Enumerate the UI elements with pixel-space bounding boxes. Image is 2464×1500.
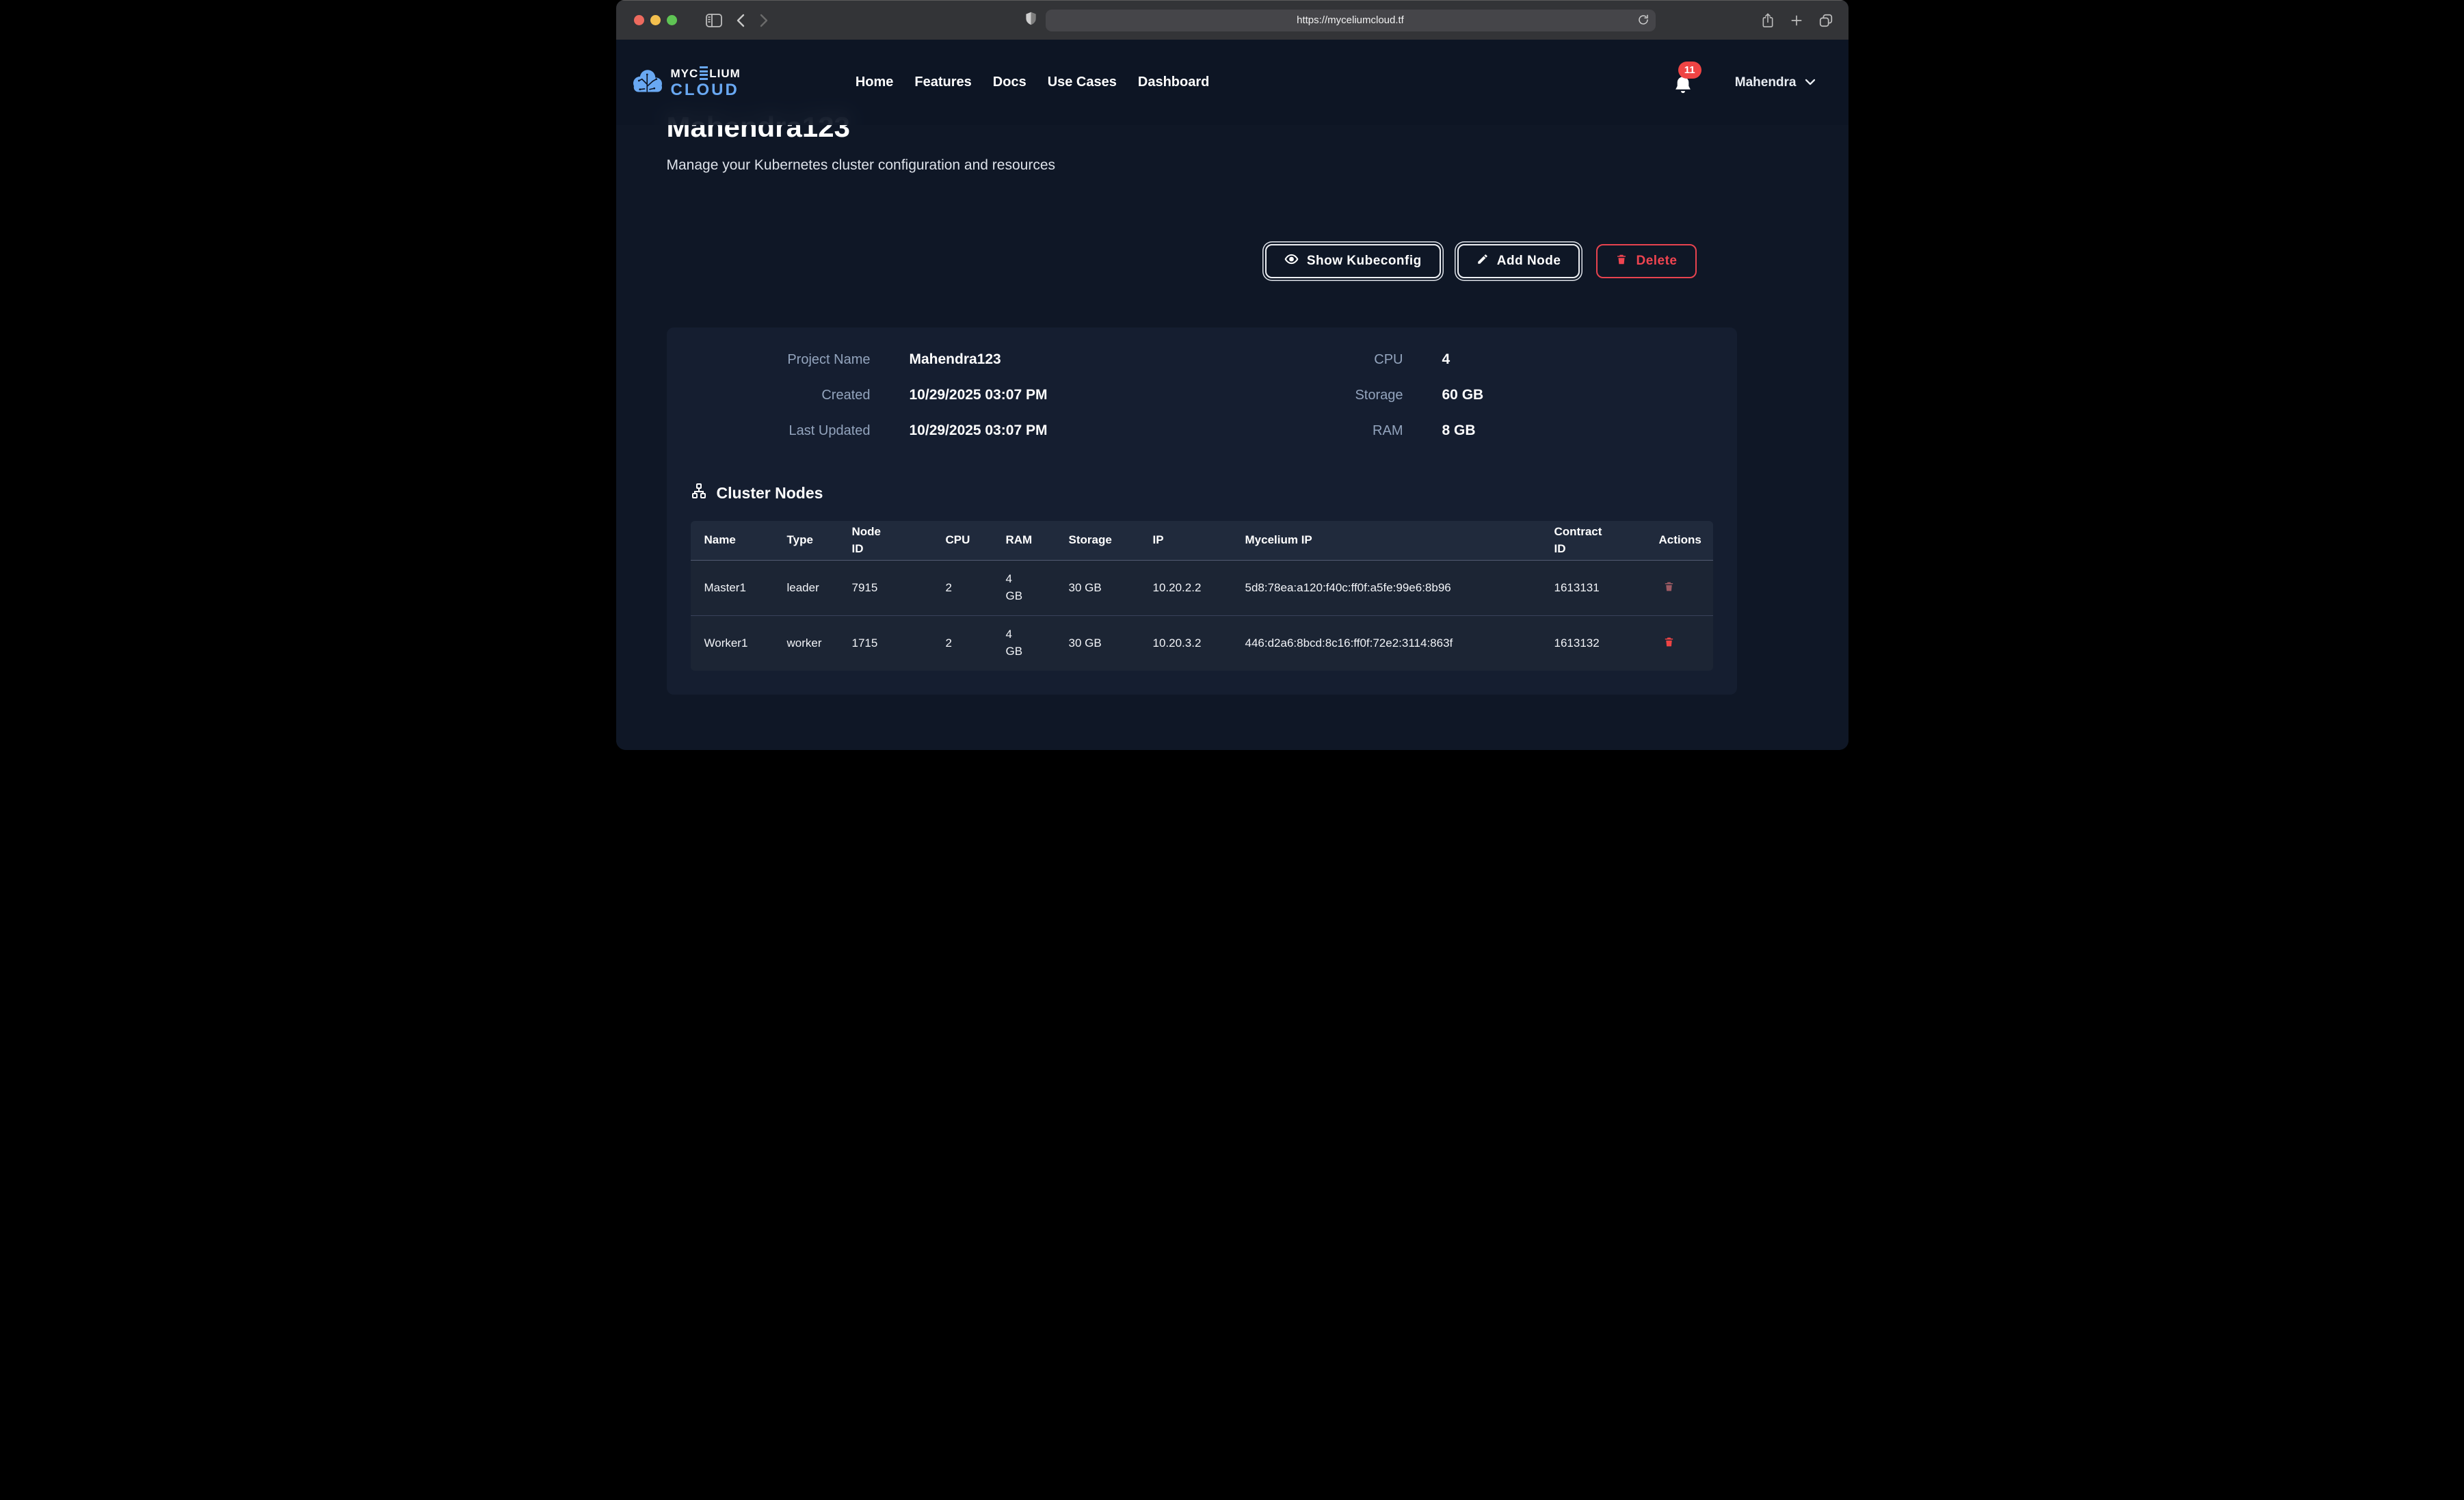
nav-link-docs[interactable]: Docs xyxy=(993,75,1026,90)
delete-cluster-button[interactable]: Delete xyxy=(1596,244,1696,278)
new-tab-icon[interactable] xyxy=(1790,12,1803,29)
cell-ip: 10.20.3.2 xyxy=(1139,615,1232,671)
nav-link-dashboard[interactable]: Dashboard xyxy=(1138,75,1209,90)
info-label: Created xyxy=(700,377,871,413)
info-value: 10/29/2025 03:07 PM xyxy=(910,413,1214,448)
delete-node-button[interactable] xyxy=(1659,578,1679,598)
cell-ram: 4 GB xyxy=(992,560,1055,615)
notification-count-badge: 11 xyxy=(1678,62,1701,79)
nav-link-use-cases[interactable]: Use Cases xyxy=(1048,75,1117,90)
close-window-button[interactable] xyxy=(634,15,644,25)
cell-storage: 30 GB xyxy=(1055,615,1139,671)
tab-overview-icon[interactable] xyxy=(1818,12,1833,29)
logo-e-bars xyxy=(700,66,708,80)
cell-ram: 4 GB xyxy=(992,615,1055,671)
col-header-node-id: Node ID xyxy=(838,521,932,560)
nodes-table: Name Type Node ID CPU RAM Storage IP Myc… xyxy=(691,521,1713,671)
reload-icon[interactable] xyxy=(1637,13,1650,27)
cluster-info-grid: Project Name Mahendra123 CPU 4 Created 1… xyxy=(667,327,1737,448)
table-row: Worker1 worker 1715 2 4 GB 30 GB 10.20.3… xyxy=(691,615,1713,671)
sidebar-toggle-icon[interactable] xyxy=(706,14,722,27)
info-value: 4 xyxy=(1442,342,1737,377)
col-header-storage: Storage xyxy=(1055,521,1139,560)
traffic-lights xyxy=(634,15,677,25)
pencil-icon xyxy=(1476,253,1489,269)
col-header-ip: IP xyxy=(1139,521,1232,560)
info-value: Mahendra123 xyxy=(910,342,1214,377)
share-icon[interactable] xyxy=(1761,12,1775,29)
network-icon xyxy=(691,483,707,503)
cluster-details-card: Project Name Mahendra123 CPU 4 Created 1… xyxy=(667,327,1737,695)
info-value: 60 GB xyxy=(1442,377,1737,413)
delete-node-button[interactable] xyxy=(1659,633,1679,653)
cell-mycelium-ip: 446:d2a6:8bcd:8c16:ff0f:72e2:3114:863f xyxy=(1232,615,1541,671)
nav-links: Home Features Docs Use Cases Dashboard xyxy=(856,75,1210,90)
cell-name: Worker1 xyxy=(691,615,773,671)
cell-name: Master1 xyxy=(691,560,773,615)
col-header-cpu: CPU xyxy=(932,521,992,560)
url-bar[interactable]: https://myceliumcloud.tf xyxy=(1046,10,1656,31)
logo-text-mycelium: MYC LIUM xyxy=(671,66,741,80)
cluster-actions-toolbar: Show Kubeconfig Add Node Delete xyxy=(667,244,1697,278)
nav-link-features[interactable]: Features xyxy=(914,75,971,90)
cell-type: worker xyxy=(773,615,838,671)
back-icon[interactable] xyxy=(736,14,745,27)
url-text: https://myceliumcloud.tf xyxy=(1297,14,1404,26)
mycelium-cloud-logo-icon xyxy=(631,68,664,96)
cell-contract-id: 1613132 xyxy=(1541,615,1645,671)
cell-node-id: 7915 xyxy=(838,560,932,615)
logo-text-cloud: CLOUD xyxy=(671,82,741,98)
nav-link-home[interactable]: Home xyxy=(856,75,894,90)
privacy-shield-icon[interactable] xyxy=(1025,11,1037,29)
notifications-bell-icon[interactable]: 11 xyxy=(1673,75,1693,96)
cell-storage: 30 GB xyxy=(1055,560,1139,615)
cell-contract-id: 1613131 xyxy=(1541,560,1645,615)
cell-actions xyxy=(1645,560,1713,615)
zoom-window-button[interactable] xyxy=(667,15,677,25)
browser-chrome: https://myceliumcloud.tf xyxy=(616,0,1849,40)
info-label: Project Name xyxy=(700,342,871,377)
col-header-ram: RAM xyxy=(992,521,1055,560)
cell-ip: 10.20.2.2 xyxy=(1139,560,1232,615)
cell-type: leader xyxy=(773,560,838,615)
user-menu[interactable]: Mahendra xyxy=(1735,75,1816,90)
cluster-nodes-title: Cluster Nodes xyxy=(717,484,823,503)
table-row: Master1 leader 7915 2 4 GB 30 GB 10.20.2… xyxy=(691,560,1713,615)
page-content: Mahendra123 Manage your Kubernetes clust… xyxy=(616,40,1849,750)
table-header-row: Name Type Node ID CPU RAM Storage IP Myc… xyxy=(691,521,1713,560)
trash-icon xyxy=(1615,253,1628,270)
show-kubeconfig-button[interactable]: Show Kubeconfig xyxy=(1265,244,1441,278)
site-navbar: MYC LIUM CLOUD Home Features Docs Use Ca… xyxy=(616,40,1849,125)
info-value: 8 GB xyxy=(1442,413,1737,448)
info-value: 10/29/2025 03:07 PM xyxy=(910,377,1214,413)
col-header-actions: Actions xyxy=(1645,521,1713,560)
info-label: Last Updated xyxy=(700,413,871,448)
col-header-name: Name xyxy=(691,521,773,560)
col-header-mycelium-ip: Mycelium IP xyxy=(1232,521,1541,560)
info-label: CPU xyxy=(1253,342,1403,377)
eye-icon xyxy=(1284,253,1299,269)
minimize-window-button[interactable] xyxy=(650,15,661,25)
forward-icon[interactable] xyxy=(760,14,769,27)
chevron-down-icon xyxy=(1805,75,1816,90)
info-label: RAM xyxy=(1253,413,1403,448)
cell-mycelium-ip: 5d8:78ea:a120:f40c:ff0f:a5fe:99e6:8b96 xyxy=(1232,560,1541,615)
cell-node-id: 1715 xyxy=(838,615,932,671)
browser-window: https://myceliumcloud.tf xyxy=(616,0,1849,750)
cell-cpu: 2 xyxy=(932,615,992,671)
site-logo[interactable]: MYC LIUM CLOUD xyxy=(631,66,741,98)
col-header-contract-id: Contract ID xyxy=(1541,521,1645,560)
col-header-type: Type xyxy=(773,521,838,560)
user-name: Mahendra xyxy=(1735,75,1797,90)
page-subtitle: Manage your Kubernetes cluster configura… xyxy=(667,157,1056,174)
cell-actions xyxy=(1645,615,1713,671)
add-node-button[interactable]: Add Node xyxy=(1457,244,1580,278)
info-label: Storage xyxy=(1253,377,1403,413)
cell-cpu: 2 xyxy=(932,560,992,615)
